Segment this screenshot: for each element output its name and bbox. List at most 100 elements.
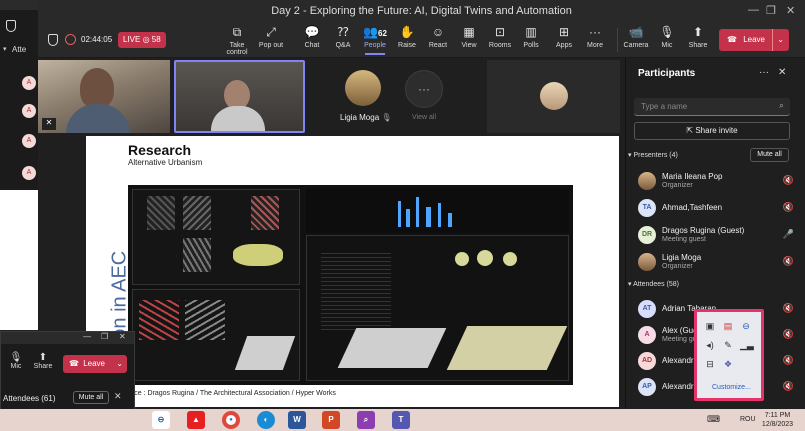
teams-app-icon[interactable]: T <box>392 411 410 429</box>
minimize-icon[interactable]: — <box>83 332 91 341</box>
leave-button[interactable]: ☎ Leave ⌄ <box>63 355 127 373</box>
video-tile-presenter-2[interactable] <box>174 60 305 133</box>
mic-off-icon[interactable]: 🔇 <box>783 175 794 186</box>
avatar: A <box>22 134 36 148</box>
attendees-header-background: Atte <box>12 45 27 54</box>
speaker-icon[interactable]: ◂) <box>704 339 716 351</box>
minimize-icon[interactable]: — <box>748 4 759 16</box>
language-indicator[interactable]: ROU <box>740 416 756 423</box>
mic-off-icon[interactable]: 🔇 <box>783 355 794 366</box>
share-button[interactable]: ⬆ Share <box>31 352 55 370</box>
presenters-header[interactable]: ▾ Presenters (4) <box>626 151 678 159</box>
mic-off-icon[interactable]: 🔇 <box>783 303 794 314</box>
more-button[interactable]: ··· More <box>577 25 613 49</box>
share-button[interactable]: ⬆ Share <box>680 25 716 49</box>
pen-icon[interactable]: ✎ <box>722 339 734 351</box>
take-control-button[interactable]: ⧉ Take control <box>219 25 255 56</box>
view-all-label[interactable]: View all <box>412 114 436 121</box>
mic-off-icon[interactable]: 🔇 <box>783 202 794 213</box>
slide-title: Research <box>128 142 192 158</box>
attendees-header[interactable]: ▾ Attendees (58) <box>626 280 679 288</box>
research-skyline-image <box>306 189 569 233</box>
avatar: TA <box>638 199 656 217</box>
avatar: A <box>22 166 36 180</box>
mic-off-icon: ✕ <box>42 118 56 130</box>
close-icon[interactable]: ✕ <box>114 391 122 402</box>
clock-time: 7:11 PM <box>764 412 791 419</box>
mic-button[interactable]: 🎙 Mic <box>5 352 27 370</box>
search-participants-field[interactable]: Type a name ⌕ <box>634 98 790 116</box>
secondary-title-bar: — ❐ ✕ <box>1 332 134 344</box>
word-app-icon[interactable]: W <box>288 411 306 429</box>
customize-link[interactable]: Customize... <box>712 384 751 391</box>
eye-icon: ◎ <box>142 35 152 44</box>
leave-button[interactable]: ☎ Leave ⌄ <box>719 29 789 51</box>
take-control-icon: ⧉ <box>232 25 242 39</box>
avatar <box>638 172 656 190</box>
people-button[interactable]: 👥62 People <box>357 25 393 55</box>
participant-name: Ahmad,Tashfeen <box>662 203 723 212</box>
teams-meeting-window: Day 2 - Exploring the Future: AI, Digita… <box>38 0 805 409</box>
view-all-avatar[interactable]: ··· <box>405 70 443 108</box>
presenters-row[interactable]: TA Ahmad,Tashfeen 🔇 <box>626 197 805 219</box>
search-icon: ⌕ <box>778 100 784 110</box>
teams-tray-icon[interactable]: ❖ <box>722 358 734 370</box>
background-white-area <box>0 190 40 330</box>
windows-taskbar: ⊖ ▲ ● ◐ W P ⌕ T ⌨ ROU 7:11 PM 12/8/2023 <box>0 409 805 431</box>
close-window-icon[interactable]: ✕ <box>786 4 795 17</box>
pop-out-button[interactable]: ⤢ Pop out <box>253 25 289 49</box>
leave-dropdown-icon[interactable]: ⌄ <box>116 355 123 373</box>
chrome-app-icon[interactable]: ● <box>222 411 240 429</box>
viewer-count: 58 <box>151 35 161 44</box>
live-label: LIVE <box>123 35 141 44</box>
avatar-ligia-moga[interactable] <box>345 70 381 106</box>
teamviewer-icon[interactable]: ⊖ <box>740 320 752 332</box>
chevron-down-icon[interactable]: ▾ <box>3 45 7 53</box>
mic-on-icon[interactable]: 🎤 <box>783 229 794 240</box>
mic-off-icon[interactable]: 🔇 <box>783 256 794 267</box>
title-bar: Day 2 - Exploring the Future: AI, Digita… <box>38 0 805 22</box>
video-tile-presenter-1[interactable]: ✕ <box>38 60 170 133</box>
mic-off-icon[interactable]: 🔇 <box>783 329 794 340</box>
acrobat-app-icon[interactable]: ▲ <box>187 411 205 429</box>
presenters-row[interactable]: Maria Ileana Pop Organizer 🔇 <box>626 170 805 192</box>
edge-app-icon[interactable]: ◐ <box>257 411 275 429</box>
leave-dropdown-icon[interactable]: ⌄ <box>772 29 784 51</box>
mic-off-icon[interactable]: 🔇 <box>783 381 794 392</box>
presenters-row[interactable]: DR Dragos Rugina (Guest) Meeting guest 🎤 <box>626 224 805 246</box>
avatar: AD <box>638 352 656 370</box>
mute-all-button[interactable]: Mute all <box>750 148 789 162</box>
video-tile-attendee[interactable] <box>487 60 620 133</box>
avatar <box>540 82 568 110</box>
slide-subtitle: Alternative Urbanism <box>128 158 203 167</box>
research-diagram-image <box>132 289 300 381</box>
shield-icon <box>48 34 58 46</box>
avatar: A <box>22 104 36 118</box>
teamviewer-app-icon[interactable]: ⊖ <box>152 411 170 429</box>
more-options-icon[interactable]: ··· <box>759 67 769 78</box>
keyboard-icon[interactable]: ⌨ <box>707 414 720 425</box>
network-icon[interactable]: ▣ <box>704 320 716 332</box>
audio-manager-icon[interactable]: ⊟ <box>704 358 716 370</box>
polls-button[interactable]: ▥ Polls <box>513 25 549 49</box>
qa-button[interactable]: ⁇ Q&A <box>325 25 361 49</box>
window-title: Day 2 - Exploring the Future: AI, Digita… <box>271 5 572 17</box>
share-invite-button[interactable]: ⇱ Share invite <box>634 122 790 140</box>
close-panel-icon[interactable]: ✕ <box>778 67 786 78</box>
participant-name: Alexandru <box>662 382 699 391</box>
system-tray-overflow: ▣ ▤ ⊖ ◂) ✎ ▁▃ ⊟ ❖ Customize... <box>694 309 764 401</box>
mic-off-icon: 🎙 <box>9 352 23 363</box>
shared-presentation-slide: Research Alternative Urbanism mation in … <box>86 136 619 407</box>
signal-icon[interactable]: ▁▃ <box>740 339 754 351</box>
maximize-icon[interactable]: ❐ <box>766 4 776 17</box>
maximize-icon[interactable]: ❐ <box>101 332 108 341</box>
pdf-reader-icon[interactable]: ▤ <box>722 320 734 332</box>
search-app-icon[interactable]: ⌕ <box>357 411 375 429</box>
mute-all-button[interactable]: Mute all <box>73 391 109 404</box>
slide-source-caption: urce : Dragos Rugina / The Architectural… <box>128 390 336 397</box>
presenters-row[interactable]: Ligia Moga Organizer 🔇 <box>626 251 805 273</box>
powerpoint-app-icon[interactable]: P <box>322 411 340 429</box>
close-window-icon[interactable]: ✕ <box>119 332 126 341</box>
clock[interactable]: 7:11 PM 12/8/2023 <box>760 411 795 429</box>
participant-name: Ligia Moga <box>662 253 702 262</box>
